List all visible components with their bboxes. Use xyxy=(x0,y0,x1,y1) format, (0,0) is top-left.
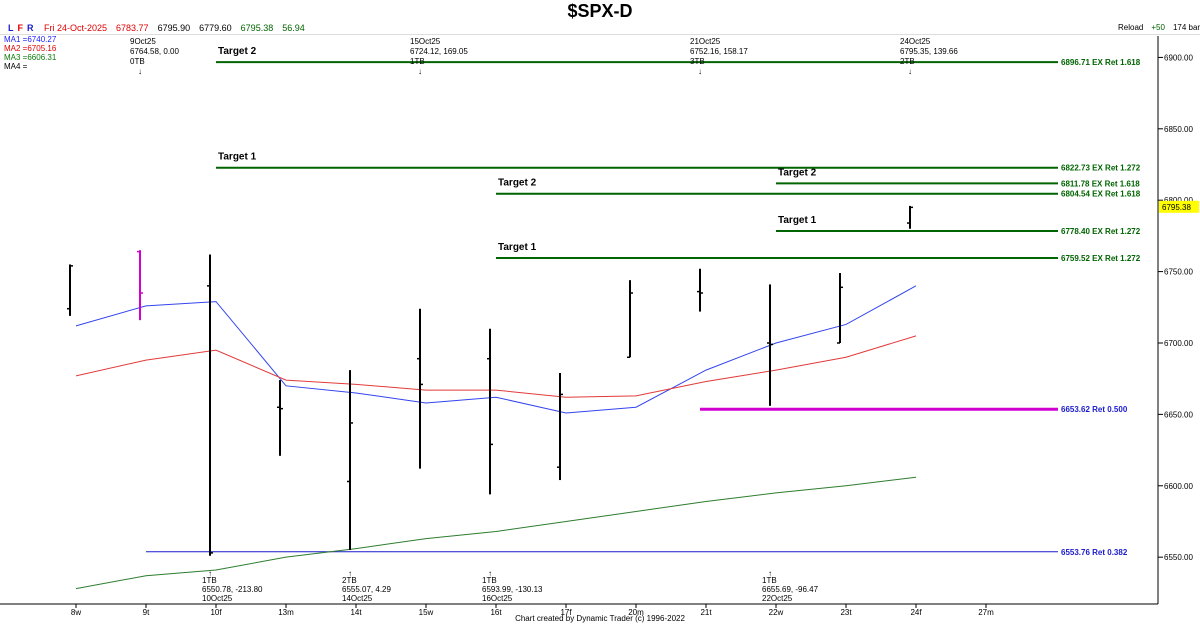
ohlc-bar xyxy=(557,372,563,481)
ohlc-bar xyxy=(837,273,843,344)
pivot-annotation-text: 1TB xyxy=(410,57,425,66)
pivot-arrow-down: ↓ xyxy=(138,67,142,76)
chart-window: $SPX-D LFR Fri 24-Oct-2025 6783.77 6795.90… xyxy=(0,0,1200,625)
pivot-annotation-text: 21Oct25 xyxy=(690,37,721,46)
footer-credit: Chart created by Dynamic Trader (c) 1996… xyxy=(515,614,685,623)
ohlc-bar xyxy=(137,250,143,321)
target-line-label: 6759.52 EX Ret 1.272 xyxy=(1061,254,1141,263)
pivot-annotation-text: 6655.69, -96.47 xyxy=(762,585,819,594)
pivot-annotation-bottom: ↑1TB6655.69, -96.4722Oct25 xyxy=(762,569,819,603)
pivot-annotation-text: 6724.12, 169.05 xyxy=(410,47,468,56)
y-tick-label: 6900.00 xyxy=(1164,53,1193,62)
ohlc-bar xyxy=(417,308,423,469)
ohlc-bar xyxy=(627,280,633,359)
pivot-annotation-text: 6555.07, 4.29 xyxy=(342,585,391,594)
pivot-annotation-top: 15Oct256724.12, 169.051TB↓ xyxy=(410,37,468,76)
pivot-annotation-text: 1TB xyxy=(482,576,497,585)
last-price-tag: 6795.38 xyxy=(1162,203,1191,212)
pivot-annotation-text: 6752.16, 158.17 xyxy=(690,47,748,56)
pivot-annotation-text: 6550.78, -213.80 xyxy=(202,585,263,594)
pivot-annotation-text: 24Oct25 xyxy=(900,37,931,46)
target-line-label: 6778.40 EX Ret 1.272 xyxy=(1061,227,1141,236)
pivot-annotation-text: 22Oct25 xyxy=(762,594,793,603)
ohlc-bar xyxy=(767,284,773,406)
pivot-annotation-text: 16Oct25 xyxy=(482,594,513,603)
retracement-line-label: 6653.62 Ret 0.500 xyxy=(1061,405,1128,414)
pivot-annotation-bottom: ↑1TB6550.78, -213.8010Oct25 xyxy=(202,569,263,603)
pivot-annotation-text: 0TB xyxy=(130,57,145,66)
target-line-label: 6804.54 EX Ret 1.618 xyxy=(1061,190,1141,199)
pivot-annotation-bottom: ↑1TB6593.99, -130.1316Oct25 xyxy=(482,569,543,603)
target-tag-label: Target 2 xyxy=(218,46,257,57)
ohlc-bar xyxy=(277,380,283,456)
target-tag-label: Target 1 xyxy=(778,215,817,226)
pivot-arrow-down: ↓ xyxy=(908,67,912,76)
ohlc-bar xyxy=(697,268,703,312)
pivot-annotation-text: 6593.99, -130.13 xyxy=(482,585,543,594)
pivot-annotation-text: 2TB xyxy=(900,57,915,66)
y-tick-label: 6650.00 xyxy=(1164,410,1193,419)
pivot-annotation-text: 6795.35, 139.66 xyxy=(900,47,958,56)
target-tag-label: Target 2 xyxy=(778,167,817,178)
y-tick-label: 6600.00 xyxy=(1164,482,1193,491)
ma-line-ma1 xyxy=(75,285,917,414)
ma-line-ma2 xyxy=(75,335,917,398)
ma-line-ma3 xyxy=(75,476,917,590)
pivot-annotation-top: 21Oct256752.16, 158.173TB↓ xyxy=(690,37,748,76)
ohlc-bar xyxy=(487,328,493,495)
pivot-annotation-text: 6764.58, 0.00 xyxy=(130,47,179,56)
pivot-arrow-down: ↓ xyxy=(418,67,422,76)
pivot-annotation-text: 2TB xyxy=(342,576,357,585)
pivot-annotation-text: 9Oct25 xyxy=(130,37,156,46)
target-tag-label: Target 1 xyxy=(218,152,257,163)
pivot-annotation-top: 9Oct256764.58, 0.000TB↓ xyxy=(130,37,179,76)
target-line-label: 6822.73 EX Ret 1.272 xyxy=(1061,164,1141,173)
pivot-arrow-down: ↓ xyxy=(698,67,702,76)
price-chart[interactable]: 6550.006600.006650.006700.006750.006800.… xyxy=(0,0,1200,625)
y-tick-label: 6850.00 xyxy=(1164,125,1193,134)
y-tick-label: 6550.00 xyxy=(1164,553,1193,562)
pivot-annotation-text: 3TB xyxy=(690,57,705,66)
pivot-annotation-top: 24Oct256795.35, 139.662TB↓ xyxy=(900,37,958,76)
ohlc-bar xyxy=(347,370,353,551)
ohlc-bar xyxy=(67,264,73,316)
target-line-label: 6896.71 EX Ret 1.618 xyxy=(1061,58,1141,67)
y-tick-label: 6750.00 xyxy=(1164,268,1193,277)
pivot-annotation-text: 15Oct25 xyxy=(410,37,441,46)
pivot-annotation-text: 1TB xyxy=(762,576,777,585)
target-line-label: 6811.78 EX Ret 1.618 xyxy=(1061,179,1140,188)
ohlc-bar xyxy=(907,205,913,229)
ohlc-bar xyxy=(207,254,213,556)
target-tag-label: Target 1 xyxy=(498,242,537,253)
pivot-annotation-text: 10Oct25 xyxy=(202,594,233,603)
pivot-annotation-bottom: ↑2TB6555.07, 4.2914Oct25 xyxy=(342,569,391,603)
pivot-annotation-text: 14Oct25 xyxy=(342,594,373,603)
retracement-line-label: 6553.76 Ret 0.382 xyxy=(1061,548,1128,557)
y-tick-label: 6700.00 xyxy=(1164,339,1193,348)
pivot-annotation-text: 1TB xyxy=(202,576,217,585)
target-tag-label: Target 2 xyxy=(498,178,537,189)
